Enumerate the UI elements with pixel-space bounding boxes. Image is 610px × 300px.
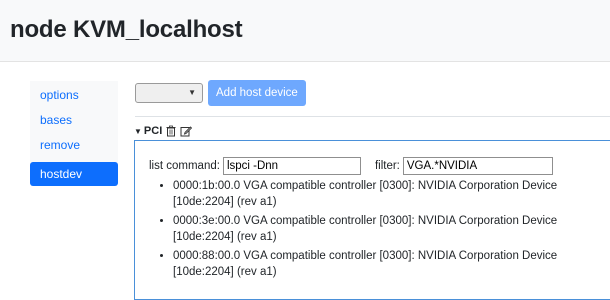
page-title: node KVM_localhost xyxy=(10,16,243,43)
pci-panel: list command: filter: 0000:1b:00.0 VGA c… xyxy=(134,140,610,300)
toolbar: ▼ Add host device xyxy=(135,80,610,106)
add-host-device-button[interactable]: Add host device xyxy=(208,80,306,106)
list-command-label: list command: xyxy=(149,160,220,172)
edit-icon[interactable] xyxy=(180,125,193,137)
sidebar-item-remove[interactable]: remove xyxy=(30,133,118,158)
pci-section-header[interactable]: ▼ PCI xyxy=(134,125,193,137)
main-content: ▼ Add host device xyxy=(135,80,610,106)
pci-title: PCI xyxy=(143,125,163,137)
caret-down-icon[interactable]: ▼ xyxy=(134,127,142,136)
divider xyxy=(135,116,610,117)
sidebar: options bases remove hostdev xyxy=(30,81,118,186)
host-device-select[interactable]: ▼ xyxy=(135,83,203,103)
sidebar-item-options[interactable]: options xyxy=(30,83,118,108)
sidebar-item-hostdev[interactable]: hostdev xyxy=(30,162,118,186)
list-item: 0000:3e:00.0 VGA compatible controller [… xyxy=(173,213,603,245)
list-command-input[interactable] xyxy=(222,157,361,175)
pci-command-row: list command: filter: xyxy=(149,157,553,175)
sidebar-item-bases[interactable]: bases xyxy=(30,108,118,133)
filter-input[interactable] xyxy=(402,157,553,175)
chevron-down-icon: ▼ xyxy=(188,88,196,97)
filter-label: filter: xyxy=(374,160,400,172)
pci-device-list: 0000:1b:00.0 VGA compatible controller [… xyxy=(163,178,603,283)
page-header: node KVM_localhost xyxy=(0,0,610,62)
list-item: 0000:88:00.0 VGA compatible controller [… xyxy=(173,248,603,280)
list-item: 0000:1b:00.0 VGA compatible controller [… xyxy=(173,178,603,210)
trash-icon[interactable] xyxy=(165,125,177,137)
